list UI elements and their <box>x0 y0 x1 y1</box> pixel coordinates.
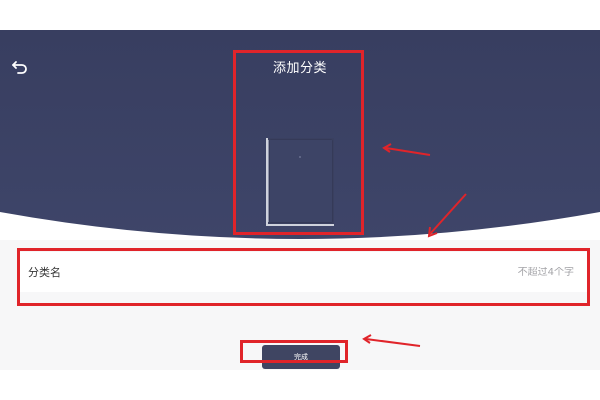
page-title: 添加分类 <box>272 61 327 76</box>
cover-spine <box>268 140 269 222</box>
category-name-label: 分类名 <box>28 266 61 279</box>
top-margin <box>0 0 600 30</box>
category-name-row[interactable]: 分类名 <box>20 252 588 292</box>
cover-front-page <box>270 140 332 222</box>
category-cover-image[interactable] <box>266 138 334 226</box>
bottom-margin <box>0 370 600 400</box>
add-category-screen: 添加分类 分类名 完成 <box>0 0 600 400</box>
category-name-input[interactable] <box>374 266 574 278</box>
back-arrow-icon <box>12 61 27 74</box>
back-button[interactable] <box>6 55 34 79</box>
done-button[interactable]: 完成 <box>262 345 340 369</box>
cover-dot <box>299 156 301 158</box>
